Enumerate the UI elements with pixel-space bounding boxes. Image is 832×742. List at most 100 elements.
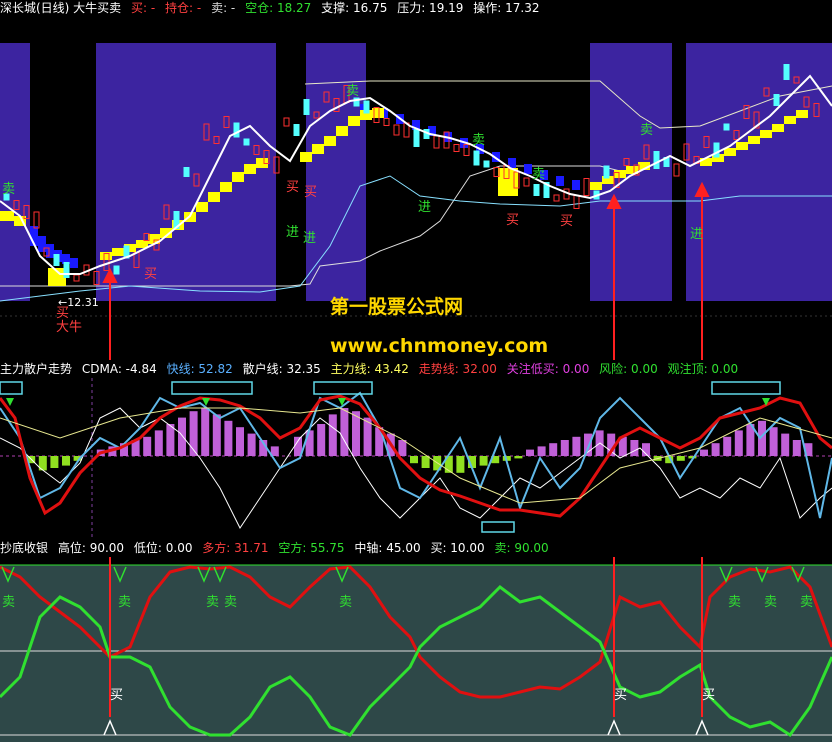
- histogram-bar: [50, 456, 59, 468]
- price-chart[interactable]: 卖 买 买 买 卖 卖 卖 卖 买 买 进 进 进 进 买 大牛 ←12.31 …: [0, 16, 832, 360]
- histogram-bar: [212, 414, 221, 456]
- candle: [653, 151, 660, 169]
- support-readout: 支撑: 16.75: [321, 1, 388, 15]
- candle: [673, 163, 680, 177]
- histogram-bar: [572, 436, 581, 456]
- candle: [73, 274, 80, 282]
- candle: [413, 129, 420, 147]
- candle: [293, 124, 300, 136]
- candle: [183, 167, 190, 177]
- sell-signal: 卖: [339, 595, 352, 610]
- operate-readout: 操作: 17.32: [473, 1, 540, 15]
- signal-buy: 买: [286, 180, 299, 195]
- signal-sell: 卖: [346, 84, 359, 99]
- histogram-bar: [305, 430, 314, 456]
- signal-buy: 买: [506, 213, 519, 228]
- histogram-bar: [781, 433, 790, 456]
- candle: [63, 262, 70, 278]
- candle: [473, 150, 480, 166]
- signal-enter: 进: [418, 200, 431, 215]
- candle: [233, 122, 240, 138]
- histogram-bar: [421, 456, 430, 468]
- candle: [723, 123, 730, 131]
- candle: [603, 165, 610, 179]
- histogram-bar: [154, 430, 163, 456]
- signal-sell: 卖: [2, 182, 15, 197]
- trend-readout: 走势线: 32.00: [418, 362, 497, 376]
- buy-level-readout: 买: 10.00: [430, 541, 485, 555]
- hold-readout: 持仓: -: [165, 1, 202, 15]
- histogram-bar: [537, 446, 546, 456]
- histogram-bar: [398, 440, 407, 456]
- candle: [303, 99, 310, 115]
- histogram-bar: [792, 440, 801, 456]
- main-readout: 主力线: 43.42: [330, 362, 409, 376]
- cdma-readout: CDMA: -4.84: [81, 362, 157, 376]
- main-retail-chart[interactable]: [0, 378, 832, 538]
- histogram-bar: [711, 443, 720, 456]
- signal-sell: 卖: [532, 167, 545, 182]
- low-price-label: ←12.31: [58, 296, 99, 309]
- histogram-bar: [224, 420, 233, 456]
- candle: [243, 138, 250, 146]
- high-readout: 高位: 90.00: [57, 541, 125, 555]
- histogram-bar: [236, 427, 244, 456]
- bottom-header: 抄底收银 高位: 90.00 低位: 0.00 多方: 31.71 空方: 55…: [0, 540, 555, 556]
- histogram-bar: [317, 424, 326, 456]
- histogram-bar: [769, 427, 778, 456]
- histogram-bar: [549, 443, 558, 456]
- watermark-title: 第一股票公式网: [330, 295, 463, 318]
- candle: [113, 265, 120, 275]
- signal-enter: 进: [690, 227, 703, 242]
- sell-signal: 卖: [2, 595, 15, 610]
- histogram-bar: [514, 456, 523, 459]
- histogram-bar: [560, 440, 569, 456]
- buy-signal: 买: [702, 688, 715, 703]
- signal-buy: 买: [144, 267, 157, 282]
- fast-readout: 快线: 52.82: [166, 362, 233, 376]
- bottom-reversal-chart[interactable]: 卖 卖 卖 卖 卖 卖 卖 卖 买 买 买: [0, 557, 832, 742]
- candle: [393, 124, 400, 136]
- signal-buy: 买: [304, 185, 317, 200]
- candle: [453, 144, 460, 152]
- signal-buy: 买: [560, 214, 573, 229]
- histogram-bar: [166, 424, 175, 456]
- candle: [773, 94, 780, 106]
- signal-sell: 卖: [640, 123, 653, 138]
- histogram-bar: [247, 433, 256, 456]
- sell-signal: 卖: [800, 595, 813, 610]
- candle: [713, 142, 720, 158]
- sell-signal: 卖: [206, 595, 219, 610]
- signal-bull: 大牛: [56, 320, 82, 335]
- mid-readout: 中轴: 45.00: [354, 541, 421, 555]
- watch-low-readout: 关注低买: 0.00: [506, 362, 590, 376]
- histogram-bar: [479, 456, 488, 466]
- watermark-url: www.chnmoney.com: [330, 335, 548, 357]
- risk-readout: 风险: 0.00: [599, 362, 658, 376]
- histogram-bar: [630, 440, 639, 456]
- retail-readout: 散户线: 32.35: [242, 362, 321, 376]
- top-header: 深长城(日线) 大牛买卖 买: - 持仓: - 卖: - 空仓: 18.27 支…: [0, 0, 545, 16]
- low-readout: 低位: 0.00: [133, 541, 193, 555]
- candle: [533, 184, 540, 196]
- candle: [553, 194, 560, 202]
- bottom-indicator-title: 抄底收银: [0, 541, 49, 555]
- histogram-bar: [328, 414, 337, 456]
- histogram-bar: [143, 436, 152, 456]
- sell-signal: 卖: [224, 595, 237, 610]
- pressure-readout: 压力: 19.19: [397, 1, 464, 15]
- stock-title: 深长城(日线) 大牛买卖: [0, 1, 122, 15]
- histogram-bar: [201, 408, 210, 456]
- candle: [53, 254, 60, 266]
- signal-sell: 卖: [472, 133, 485, 148]
- histogram-bar: [734, 430, 743, 456]
- histogram-bar: [526, 449, 534, 456]
- candle: [383, 118, 390, 126]
- candle: [583, 178, 590, 196]
- candle: [283, 117, 290, 127]
- candle: [433, 135, 440, 149]
- empty-readout: 空仓: 18.27: [245, 1, 312, 15]
- bull-readout: 多方: 31.71: [202, 541, 269, 555]
- signal-enter: 进: [303, 231, 316, 246]
- sell-level-readout: 卖: 90.00: [494, 541, 549, 555]
